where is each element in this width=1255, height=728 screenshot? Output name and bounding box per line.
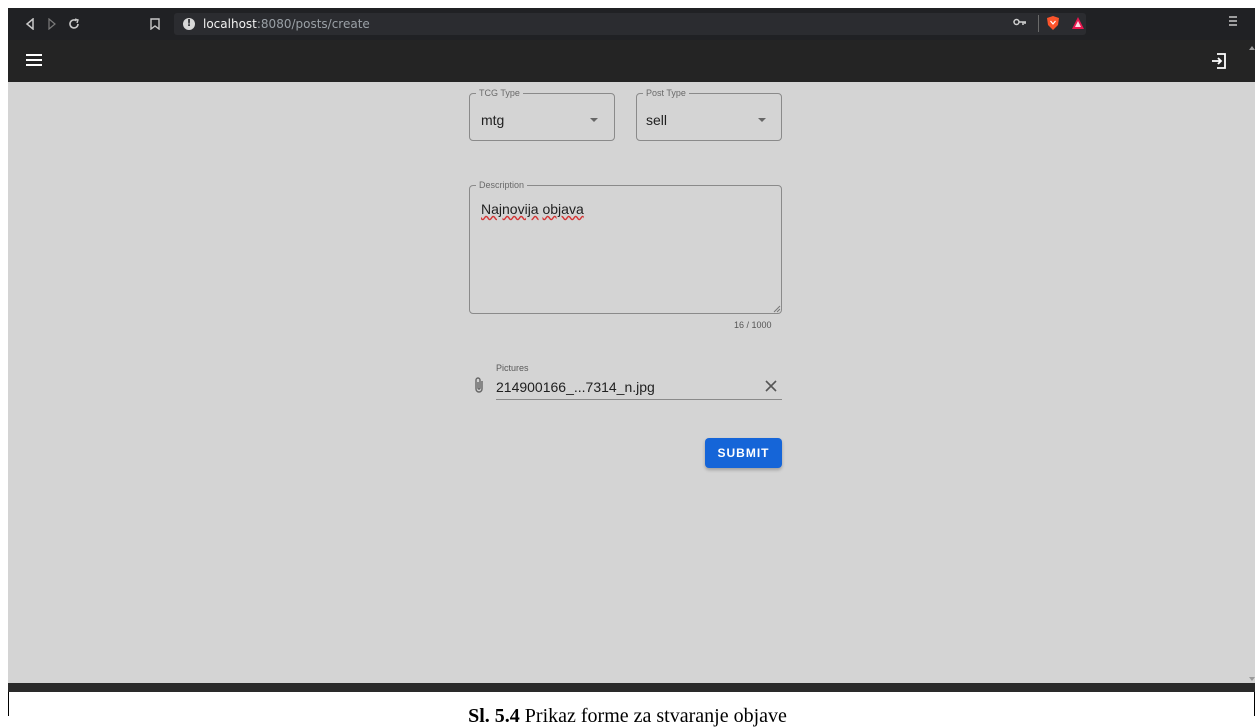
brave-shield-icon[interactable] xyxy=(1046,15,1060,36)
logout-icon[interactable] xyxy=(1210,52,1228,75)
tcg-type-value: mtg xyxy=(481,112,505,128)
url-text: localhost:8080/posts/create xyxy=(203,17,370,31)
character-counter: 16 / 1000 xyxy=(734,320,772,330)
brave-rewards-icon[interactable] xyxy=(1071,16,1085,35)
forward-icon[interactable] xyxy=(44,15,60,33)
info-icon[interactable]: ! xyxy=(183,18,195,30)
url-host: localhost xyxy=(203,17,257,31)
post-type-value: sell xyxy=(646,112,668,128)
post-type-label: Post Type xyxy=(643,88,689,98)
resize-handle-icon[interactable] xyxy=(773,305,781,313)
caption-text: Prikaz forme za stvaranje objave xyxy=(519,705,787,727)
scrollbar[interactable] xyxy=(1248,44,1255,683)
description-word-1: Najnovija xyxy=(481,201,539,217)
submit-button[interactable]: SUBMIT xyxy=(705,438,782,468)
address-bar[interactable]: ! localhost:8080/posts/create xyxy=(174,13,1086,35)
reload-icon[interactable] xyxy=(66,15,82,33)
app-bar xyxy=(8,40,1255,82)
browser-toolbar: ! localhost:8080/posts/create xyxy=(8,8,1255,40)
bookmark-icon[interactable] xyxy=(147,15,163,33)
description-value[interactable]: Najnovija objava xyxy=(481,201,584,217)
chevron-down-icon[interactable] xyxy=(758,118,766,122)
browser-window: ! localhost:8080/posts/create TCG Type m… xyxy=(8,8,1255,692)
close-icon[interactable] xyxy=(764,379,778,398)
browser-menu-icon[interactable] xyxy=(1228,14,1238,32)
back-icon[interactable] xyxy=(22,15,38,33)
scroll-up-icon[interactable] xyxy=(1249,46,1255,50)
pictures-underline xyxy=(496,399,782,400)
pictures-label: Pictures xyxy=(496,363,529,373)
tcg-type-label: TCG Type xyxy=(476,88,523,98)
description-word-2: objava xyxy=(542,201,584,217)
pictures-file-input[interactable]: 214900166_...7314_n.jpg xyxy=(496,379,655,395)
description-label: Description xyxy=(476,180,528,190)
figure-caption: Sl. 5.4 Prikaz forme za stvaranje objave xyxy=(0,704,1255,728)
chevron-down-icon[interactable] xyxy=(590,118,598,122)
toolbar-divider xyxy=(1038,15,1039,32)
key-icon[interactable] xyxy=(1013,16,1027,30)
scroll-down-icon[interactable] xyxy=(1249,677,1255,681)
url-path: :8080/posts/create xyxy=(256,17,370,31)
paperclip-icon[interactable] xyxy=(473,376,485,399)
hamburger-menu-icon[interactable] xyxy=(26,54,42,68)
caption-prefix: Sl. 5.4 xyxy=(468,705,520,727)
bottom-bar xyxy=(8,683,1255,692)
